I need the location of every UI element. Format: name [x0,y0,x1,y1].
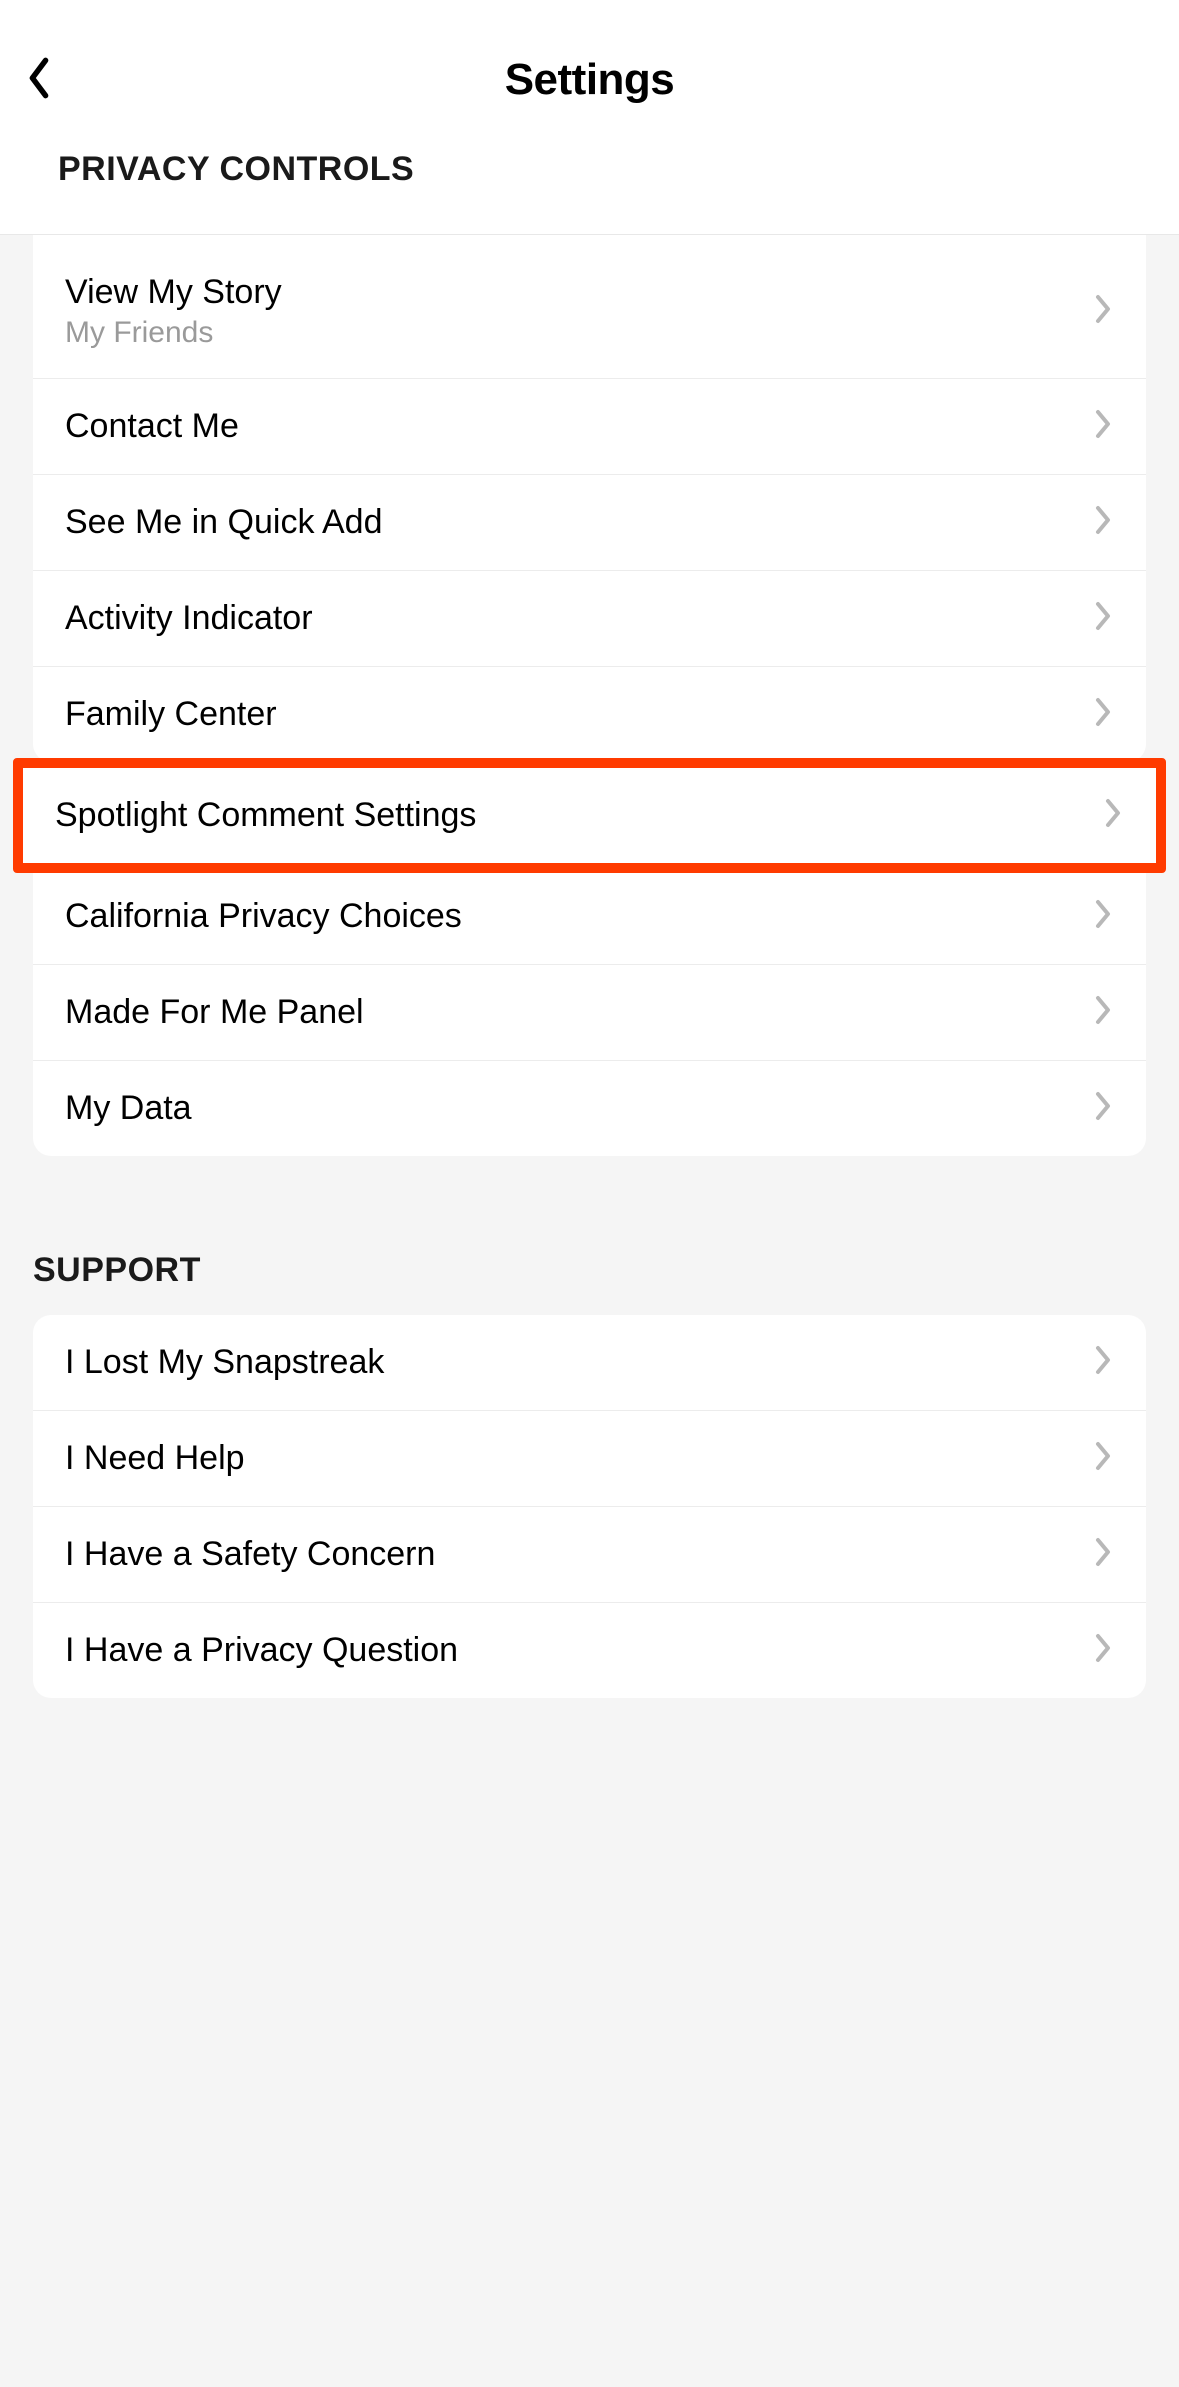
back-button[interactable] [25,55,75,105]
chevron-right-icon [1094,696,1114,733]
page-title: Settings [505,55,675,105]
list-item-label: California Privacy Choices [65,897,462,936]
list-item-family-center[interactable]: Family Center [33,667,1146,762]
chevron-right-icon [1094,600,1114,637]
chevron-right-icon [1094,898,1114,935]
list-item-label: I Need Help [65,1439,245,1478]
highlight-box: Spotlight Comment Settings [13,758,1166,873]
chevron-right-icon [1094,1440,1114,1477]
content: View My Story My Friends Contact Me See … [0,235,1179,1698]
list-item-label: Activity Indicator [65,599,313,638]
list-item-label: My Data [65,1089,192,1128]
header: Settings PRIVACY CONTROLS [0,0,1179,235]
list-item-safety-concern[interactable]: I Have a Safety Concern [33,1507,1146,1603]
list-item-lost-snapstreak[interactable]: I Lost My Snapstreak [33,1315,1146,1411]
list-item-label: Made For Me Panel [65,993,364,1032]
list-item-label: I Have a Privacy Question [65,1631,458,1670]
list-item-spotlight-comment-settings[interactable]: Spotlight Comment Settings [23,768,1156,863]
chevron-right-icon [1094,1632,1114,1669]
chevron-right-icon [1094,1536,1114,1573]
list-item-view-my-story[interactable]: View My Story My Friends [33,245,1146,379]
list-item-label: See Me in Quick Add [65,503,383,542]
list-item-privacy-question[interactable]: I Have a Privacy Question [33,1603,1146,1698]
chevron-right-icon [1094,504,1114,541]
section-header-support: SUPPORT [0,1156,1179,1315]
list-item-label: I Lost My Snapstreak [65,1343,384,1382]
chevron-right-icon [1094,293,1114,330]
list-item-label: Contact Me [65,407,239,446]
list-item-label: View My Story [65,273,282,312]
chevron-right-icon [1094,994,1114,1031]
chevron-right-icon [1104,797,1124,834]
list-item-label: Family Center [65,695,277,734]
chevron-right-icon [1094,408,1114,445]
list-peek [33,235,1146,245]
support-list: I Lost My Snapstreak I Need Help I Have … [33,1315,1146,1698]
list-item-see-me-in-quick-add[interactable]: See Me in Quick Add [33,475,1146,571]
list-item-made-for-me-panel[interactable]: Made For Me Panel [33,965,1146,1061]
privacy-controls-list: View My Story My Friends Contact Me See … [33,245,1146,762]
chevron-left-icon [25,56,53,105]
privacy-controls-list-continued: California Privacy Choices Made For Me P… [33,869,1146,1156]
list-item-label: Spotlight Comment Settings [55,796,476,835]
list-item-activity-indicator[interactable]: Activity Indicator [33,571,1146,667]
chevron-right-icon [1094,1090,1114,1127]
list-item-california-privacy-choices[interactable]: California Privacy Choices [33,869,1146,965]
list-item-my-data[interactable]: My Data [33,1061,1146,1156]
section-header-privacy: PRIVACY CONTROLS [25,110,1154,214]
list-item-label: I Have a Safety Concern [65,1535,435,1574]
chevron-right-icon [1094,1344,1114,1381]
list-item-contact-me[interactable]: Contact Me [33,379,1146,475]
list-item-need-help[interactable]: I Need Help [33,1411,1146,1507]
list-item-sublabel: My Friends [65,316,282,350]
